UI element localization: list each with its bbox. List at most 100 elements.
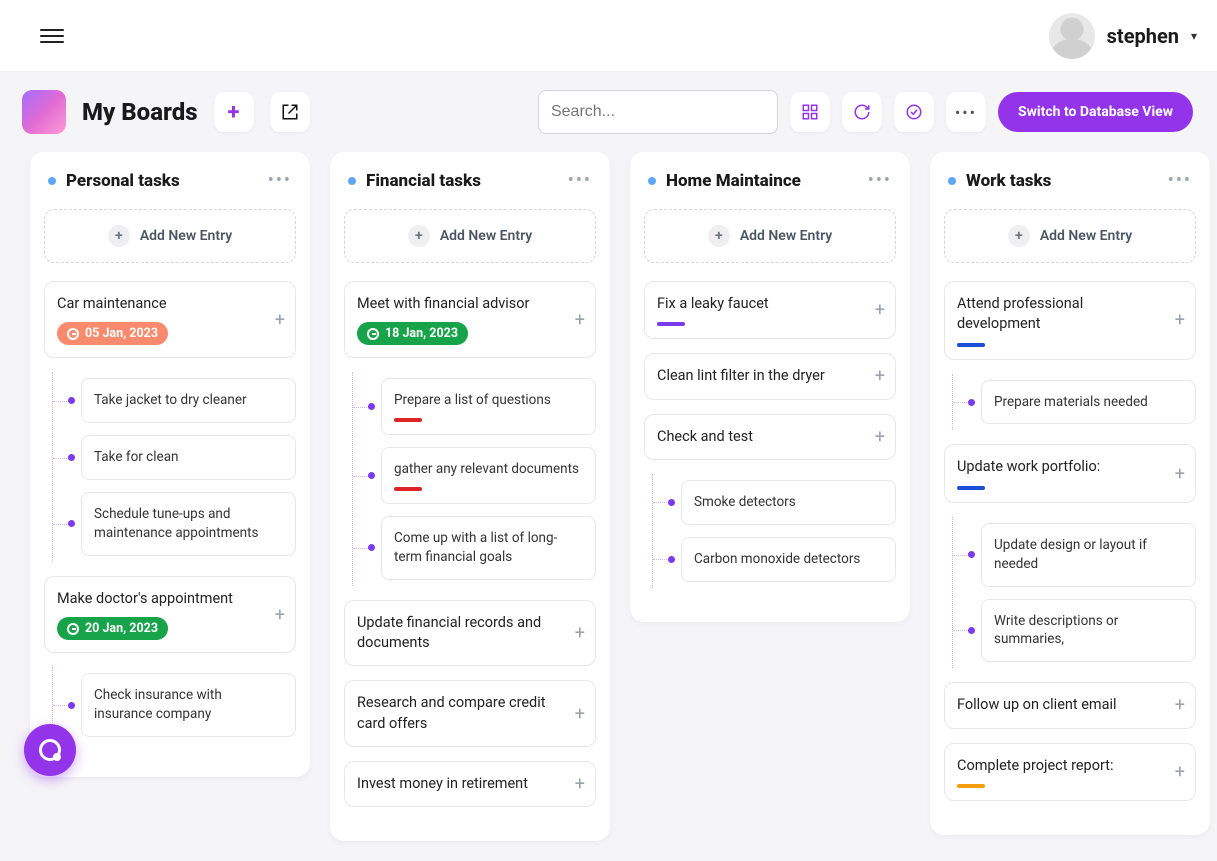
task-card[interactable]: Attend professional development+ (944, 281, 1196, 360)
board-icon (22, 90, 66, 134)
column-more-button[interactable]: ••• (268, 170, 292, 191)
topbar: stephen ▾ (0, 0, 1217, 72)
add-entry-button[interactable]: +Add New Entry (44, 209, 296, 263)
task-card[interactable]: Update work portfolio:+ (944, 444, 1196, 502)
add-subtask-button[interactable]: + (575, 623, 585, 644)
task-title: Clean lint filter in the dryer (657, 366, 883, 386)
add-subtask-button[interactable]: + (575, 703, 585, 724)
task-card[interactable]: Car maintenance05 Jan, 2023+ (44, 281, 296, 358)
grid-view-button[interactable] (790, 92, 830, 132)
add-entry-button[interactable]: + Add New Entry (644, 209, 896, 263)
add-entry-button[interactable]: +Add New Entry (344, 209, 596, 263)
subtask-title: Write descriptions or summaries, (994, 612, 1183, 650)
branch-dot (368, 472, 375, 479)
column-title-text: Work tasks (966, 171, 1051, 191)
add-subtask-button[interactable]: + (875, 366, 885, 387)
task-title: Meet with financial advisor (357, 294, 583, 314)
task-card[interactable]: Follow up on client email+ (944, 682, 1196, 728)
task-card[interactable]: Complete project report:+ (944, 743, 1196, 801)
subtask-card[interactable]: Schedule tune-ups and maintenance appoin… (81, 492, 296, 556)
branch-dot (968, 627, 975, 634)
task-card[interactable]: Clean lint filter in the dryer+ (644, 353, 896, 399)
chevron-down-icon: ▾ (1191, 29, 1197, 43)
subtask-card[interactable]: Check insurance with insurance company (81, 673, 296, 737)
user-menu[interactable]: stephen ▾ (1049, 13, 1197, 59)
add-subtask-button[interactable]: + (275, 604, 285, 625)
subtask-card[interactable]: Update design or layout if needed (981, 523, 1196, 587)
column-more-button[interactable]: ••• (868, 170, 892, 191)
branch-dot (368, 544, 375, 551)
branch-dot (668, 556, 675, 563)
priority-stripe (957, 486, 985, 490)
subtask-card[interactable]: Smoke detectors (681, 480, 896, 525)
task-title: Invest money in retirement (357, 774, 583, 794)
subtask-card[interactable]: Prepare materials needed (981, 380, 1196, 425)
refresh-button[interactable] (842, 92, 882, 132)
add-subtask-button[interactable]: + (1175, 463, 1185, 484)
more-button[interactable]: ••• (946, 92, 986, 132)
page-title: My Boards (82, 98, 198, 126)
add-subtask-button[interactable]: + (1175, 761, 1185, 782)
task-card[interactable]: Make doctor's appointment 20 Jan, 2023 + (44, 576, 296, 653)
branch-dot (968, 399, 975, 406)
add-subtask-button[interactable]: + (1175, 695, 1185, 716)
board-column: Financial tasks •••+Add New EntryMeet wi… (330, 152, 610, 841)
task-card[interactable]: Research and compare credit card offers+ (344, 680, 596, 747)
subtask-card[interactable]: Take for clean (81, 435, 296, 480)
column-more-button[interactable]: ••• (568, 170, 592, 191)
subtask-list: Smoke detectors Carbon monoxide detector… (652, 474, 896, 588)
column-title: Work tasks (948, 171, 1051, 191)
menu-icon[interactable] (40, 24, 64, 48)
add-subtask-button[interactable]: + (1175, 310, 1185, 331)
subtask-card[interactable]: Carbon monoxide detectors (681, 537, 896, 582)
add-subtask-button[interactable]: + (275, 309, 285, 330)
plus-icon: + (1008, 225, 1030, 247)
subtask-card[interactable]: Take jacket to dry cleaner (81, 378, 296, 423)
subtask-row: Come up with a list of long-term financi… (353, 510, 596, 586)
task-card[interactable]: Invest money in retirement+ (344, 761, 596, 807)
add-board-button[interactable]: + (214, 92, 254, 132)
task-title: Attend professional development (957, 294, 1183, 335)
switch-view-button[interactable]: Switch to Database View (998, 92, 1193, 132)
column-more-button[interactable]: ••• (1168, 170, 1192, 191)
subtask-card[interactable]: gather any relevant documents (381, 447, 596, 504)
subtask-row: gather any relevant documents (353, 441, 596, 510)
check-button[interactable] (894, 92, 934, 132)
branch-dot (368, 403, 375, 410)
branch-dot (68, 702, 75, 709)
add-entry-label: Add New Entry (740, 228, 832, 244)
search-input[interactable] (551, 103, 758, 121)
task-card[interactable]: Meet with financial advisor 18 Jan, 2023 + (344, 281, 596, 358)
plus-icon: + (408, 225, 430, 247)
branch-dot (68, 397, 75, 404)
task-card[interactable]: Fix a leaky faucet+ (644, 281, 896, 339)
branch-dot (68, 520, 75, 527)
column-title-text: Home Maintaince (666, 171, 801, 191)
search-box[interactable] (538, 90, 778, 134)
add-subtask-button[interactable]: + (575, 309, 585, 330)
subtask-title: Take jacket to dry cleaner (94, 391, 283, 410)
add-entry-button[interactable]: + Add New Entry (944, 209, 1196, 263)
add-subtask-button[interactable]: + (875, 426, 885, 447)
subtask-title: Prepare a list of questions (394, 391, 583, 410)
task-card[interactable]: Check and test+ (644, 414, 896, 460)
add-subtask-button[interactable]: + (575, 774, 585, 795)
task-title: Make doctor's appointment (57, 589, 283, 609)
add-entry-label: Add New Entry (1040, 228, 1132, 244)
subtask-card[interactable]: Come up with a list of long-term financi… (381, 516, 596, 580)
priority-stripe (394, 487, 422, 491)
chat-fab[interactable] (24, 724, 76, 776)
subtask-row: Check insurance with insurance company (53, 667, 296, 743)
subtask-card[interactable]: Write descriptions or summaries, (981, 599, 1196, 663)
subtask-card[interactable]: Prepare a list of questions (381, 378, 596, 435)
export-button[interactable] (270, 92, 310, 132)
date-badge: 20 Jan, 2023 (57, 617, 168, 640)
column-title-text: Personal tasks (66, 171, 180, 191)
subtask-row: Schedule tune-ups and maintenance appoin… (53, 486, 296, 562)
clock-icon (67, 328, 79, 340)
add-subtask-button[interactable]: + (875, 300, 885, 321)
plus-icon: + (708, 225, 730, 247)
task-card[interactable]: Update financial records and documents+ (344, 600, 596, 667)
task-title: Car maintenance (57, 294, 283, 314)
date-badge: 18 Jan, 2023 (357, 322, 468, 345)
